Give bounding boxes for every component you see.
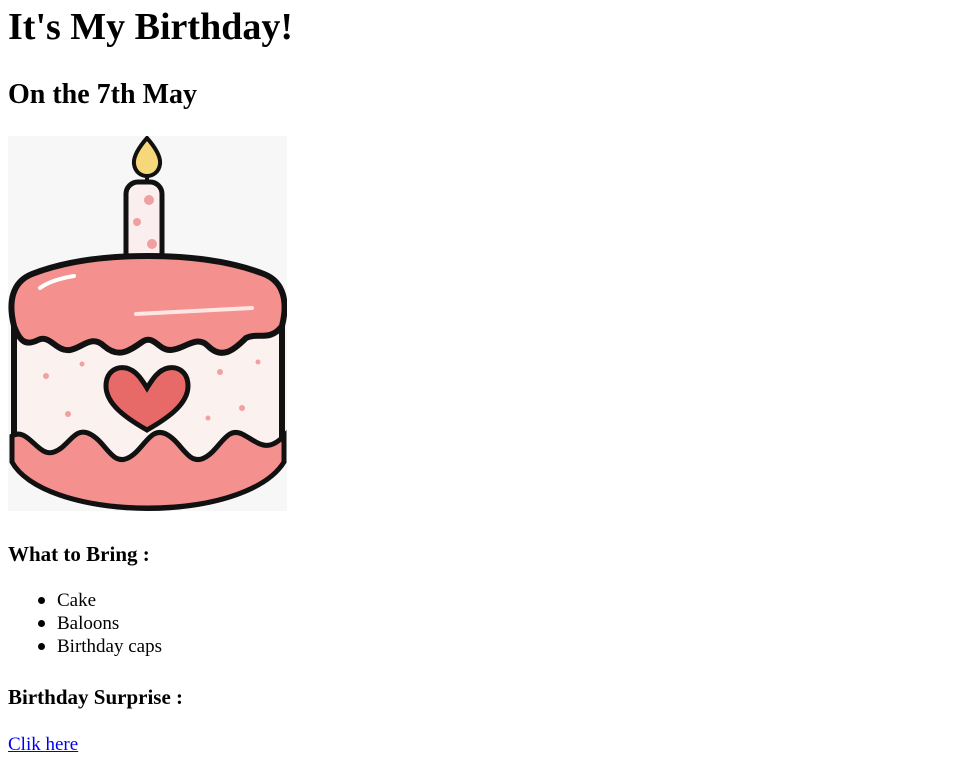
what-to-bring-heading: What to Bring : <box>8 542 150 566</box>
birthday-surprise-heading: Birthday Surprise : <box>8 685 184 709</box>
list-item-label: Cake <box>57 590 97 611</box>
birthday-cake-icon <box>8 134 288 512</box>
bullet-icon <box>38 620 45 627</box>
date-heading: On the 7th May <box>8 79 197 110</box>
bring-list: Cake Baloons Birthday caps <box>8 589 162 658</box>
list-item-label: Birthday caps <box>57 636 163 657</box>
list-item: Cake <box>38 589 162 612</box>
list-item: Birthday caps <box>38 635 163 658</box>
birthday-cake-image <box>8 134 288 512</box>
bullet-icon <box>38 597 45 604</box>
list-item: Baloons <box>38 612 162 635</box>
list-item-label: Baloons <box>57 613 120 634</box>
surprise-link[interactable]: Clik here <box>8 733 78 756</box>
page-title: It's My Birthday! <box>8 6 293 48</box>
bullet-icon <box>38 643 45 650</box>
